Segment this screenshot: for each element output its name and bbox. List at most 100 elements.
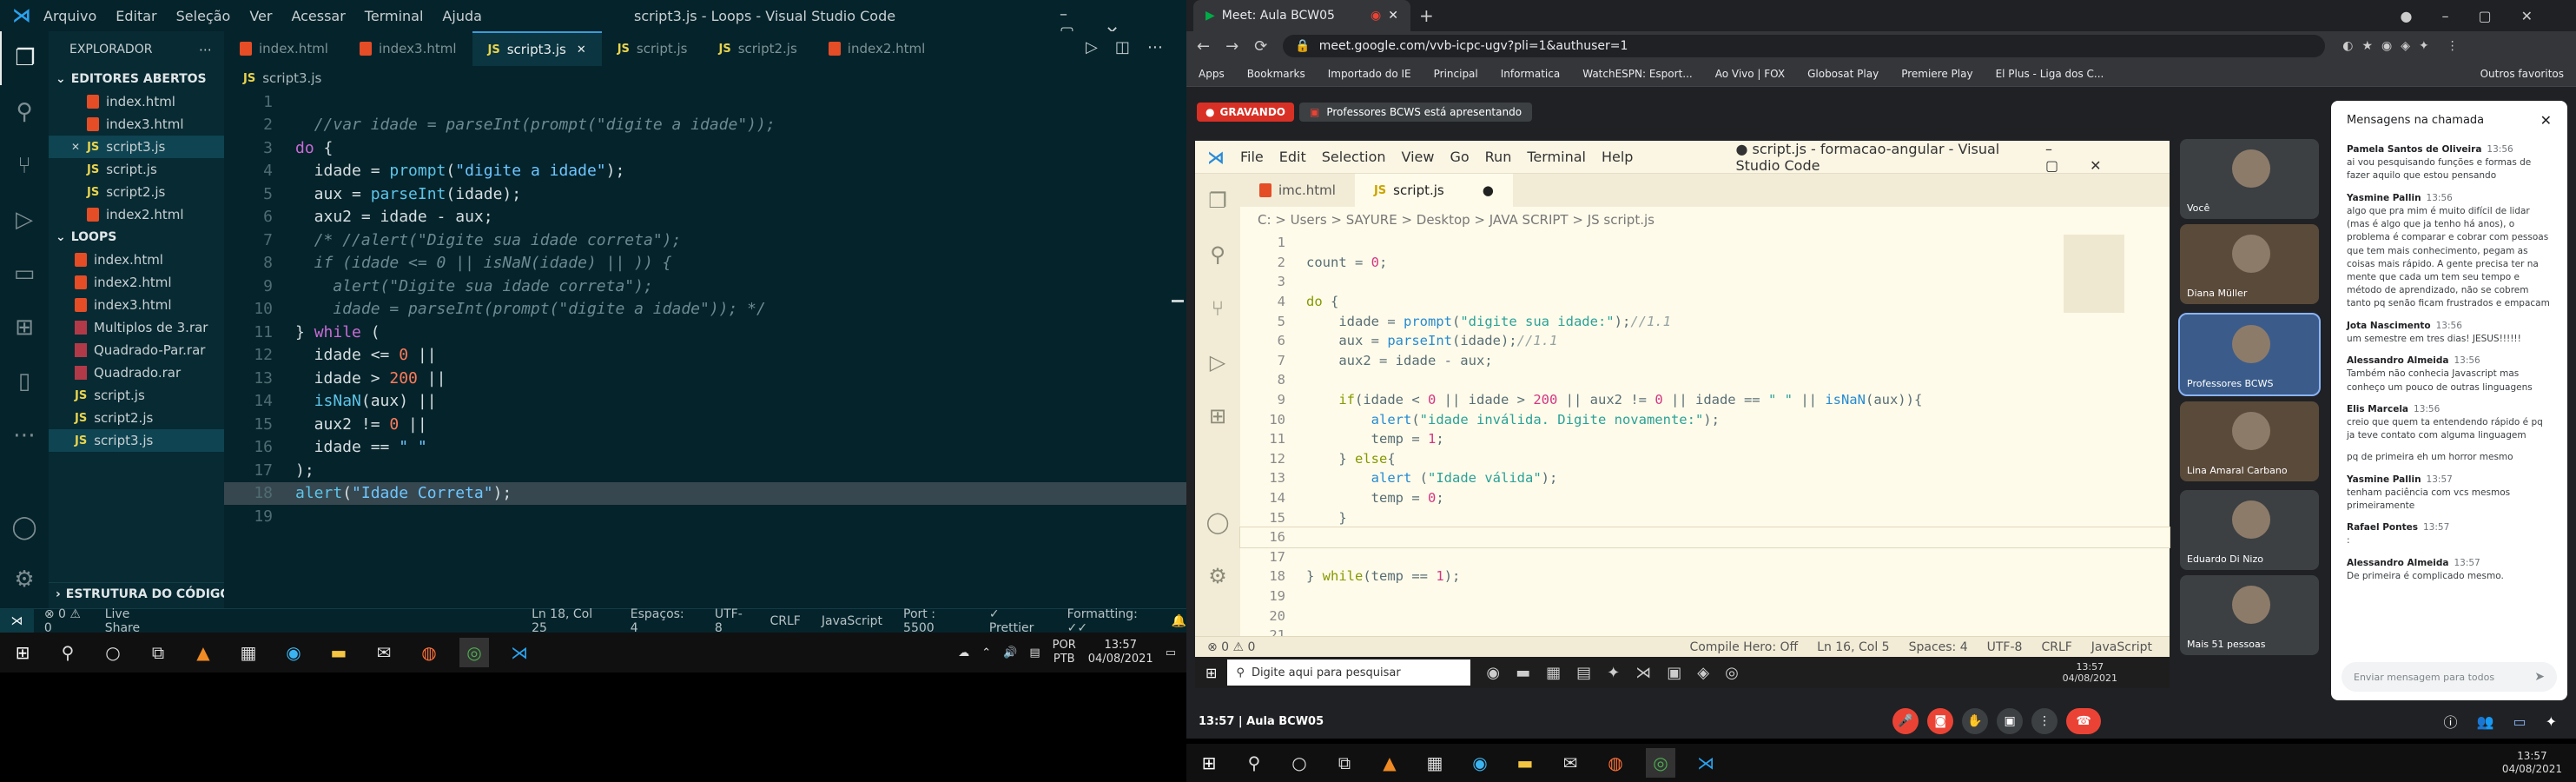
vscode-taskbar-icon[interactable]: ⋊ bbox=[505, 638, 534, 667]
tab-script3-js[interactable]: JS script3.js ✕ bbox=[472, 31, 602, 66]
cortana-icon[interactable]: ○ bbox=[1285, 748, 1314, 778]
notifications-icon[interactable]: 🔔 bbox=[1172, 614, 1186, 628]
keyboard-language[interactable]: POR PTB bbox=[1053, 639, 1076, 666]
inner-encoding[interactable]: UTF-8 bbox=[1987, 640, 2023, 654]
inner-menu-item[interactable]: Help bbox=[1602, 149, 1633, 165]
menu-item[interactable]: Ver bbox=[249, 8, 272, 24]
chat-input[interactable]: Enviar mensagem para todos ➤ bbox=[2342, 662, 2557, 692]
inner-eol[interactable]: CRLF bbox=[2041, 640, 2071, 654]
bookmark-icon[interactable]: ▯ bbox=[0, 355, 49, 408]
outline-header[interactable]: › ESTRUTURA DO CÓDIGO bbox=[49, 582, 224, 605]
inner-menu-item[interactable]: Go bbox=[1450, 149, 1469, 165]
prettier-status[interactable]: ✓ Prettier bbox=[989, 607, 1047, 635]
mail-icon[interactable]: ✉ bbox=[369, 638, 399, 667]
extensions-icon[interactable]: ◐★◉◈✦ bbox=[2342, 39, 2437, 53]
menu-item[interactable]: Editar bbox=[116, 8, 156, 24]
run-debug-icon[interactable]: ▷ bbox=[1195, 335, 1240, 389]
live-share-button[interactable]: Live Share bbox=[105, 607, 167, 635]
activities-icon[interactable]: ✦ bbox=[2546, 713, 2557, 730]
run-debug-icon[interactable]: ▷ bbox=[0, 193, 49, 247]
bookmark-item[interactable]: Premiere Play bbox=[1901, 68, 1972, 80]
inner-language[interactable]: JavaScript bbox=[2091, 640, 2152, 654]
participant-tile[interactable]: Você bbox=[2180, 139, 2319, 219]
settings-gear-icon[interactable]: ⚙ bbox=[0, 553, 49, 606]
bookmark-item[interactable]: Globosat Play bbox=[1807, 68, 1879, 80]
more-options-icon[interactable]: ⋮ bbox=[2031, 708, 2058, 734]
clock[interactable]: 13:57 04/08/2021 bbox=[1088, 639, 1153, 666]
mail-icon[interactable]: ✉ bbox=[1556, 748, 1585, 778]
edge-icon[interactable]: ◉ bbox=[1465, 748, 1495, 778]
camera-off-icon[interactable]: ◙ bbox=[1927, 708, 1954, 734]
eol[interactable]: CRLF bbox=[770, 614, 801, 628]
tab-index-html[interactable]: index.html bbox=[224, 31, 344, 66]
inner-breadcrumb-path[interactable]: C: > Users > SAYURE > Desktop > JAVA SCR… bbox=[1258, 212, 1655, 228]
file-explorer-icon[interactable]: ▬ bbox=[324, 638, 353, 667]
file-item[interactable]: index.html bbox=[49, 249, 224, 271]
inner-menu-item[interactable]: Terminal bbox=[1527, 149, 1586, 165]
search-icon[interactable]: ⚲ bbox=[53, 638, 83, 667]
mic-off-icon[interactable]: 🎤 bbox=[1892, 708, 1919, 734]
file-item[interactable]: index2.html bbox=[49, 271, 224, 294]
more-icon[interactable]: ⋯ bbox=[0, 408, 49, 462]
minimap[interactable] bbox=[2064, 235, 2124, 313]
network-icon[interactable]: ▤ bbox=[1029, 646, 1040, 659]
open-editors-header[interactable]: ⌄ EDITORES ABERTOS bbox=[49, 68, 224, 90]
inner-clock[interactable]: 13:57 04/08/2021 bbox=[2063, 661, 2117, 684]
explorer-icon[interactable]: ❐ bbox=[0, 31, 49, 85]
more-icon[interactable]: ⋯ bbox=[1147, 38, 1163, 56]
close-tab-icon[interactable]: ✕ bbox=[1388, 9, 1398, 23]
menu-item[interactable]: Seleção bbox=[176, 8, 231, 24]
file-item[interactable]: ✕ JS script3.js bbox=[49, 136, 224, 158]
bookmark-item[interactable]: Ao Vivo | FOX bbox=[1715, 68, 1785, 80]
firefox-icon[interactable]: ◍ bbox=[414, 638, 444, 667]
new-tab-icon[interactable]: + bbox=[1419, 5, 1434, 26]
present-screen-icon[interactable]: ▣ bbox=[1997, 708, 2024, 734]
inner-menu-item[interactable]: View bbox=[1402, 149, 1435, 165]
windows-start-icon[interactable]: ⊞ bbox=[1205, 665, 1217, 681]
participant-tile[interactable]: Lina Amaral Carbano bbox=[2180, 401, 2319, 481]
source-control-icon[interactable]: ⑂ bbox=[0, 139, 49, 193]
menu-item[interactable]: Terminal bbox=[365, 8, 424, 24]
bookmark-item[interactable]: Principal bbox=[1434, 68, 1478, 80]
remote-explorer-icon[interactable]: ▭ bbox=[0, 247, 49, 301]
chrome-icon[interactable]: ◎ bbox=[459, 638, 489, 667]
cloud-icon[interactable]: ☁ bbox=[958, 646, 969, 659]
reload-icon[interactable]: ⟳ bbox=[1254, 37, 1267, 56]
file-item[interactable]: index2.html bbox=[49, 203, 224, 226]
explorer-icon[interactable]: ❐ bbox=[1195, 174, 1240, 228]
bookmark-item[interactable]: Importado do IE bbox=[1328, 68, 1411, 80]
address-bar[interactable]: 🔒 meet.google.com/vvb-icpc-ugv?pli=1&aut… bbox=[1283, 35, 2326, 57]
end-call-icon[interactable]: ☎ bbox=[2066, 708, 2102, 734]
compile-hero-status[interactable]: Compile Hero: Off bbox=[1689, 640, 1798, 654]
right-clock[interactable]: 13:57 04/08/2021 bbox=[2502, 750, 2562, 776]
inner-taskbar-search[interactable]: ⚲ Digite aqui para pesquisar bbox=[1227, 659, 1471, 686]
source-control-icon[interactable]: ⑂ bbox=[1195, 282, 1240, 335]
file-item[interactable]: index3.html bbox=[49, 294, 224, 316]
edge-icon[interactable]: ◉ bbox=[279, 638, 308, 667]
bookmark-item[interactable]: Informatica bbox=[1501, 68, 1560, 80]
store-icon[interactable]: ▦ bbox=[234, 638, 263, 667]
formatting-status[interactable]: Formatting: ✓✓ bbox=[1067, 607, 1159, 635]
breadcrumb-file[interactable]: script3.js bbox=[262, 70, 321, 86]
search-icon[interactable]: ⚲ bbox=[0, 85, 49, 139]
unsaved-dot-icon[interactable]: ● bbox=[1483, 182, 1494, 198]
menu-item[interactable]: Acessar bbox=[291, 8, 345, 24]
close-icon[interactable]: ✕ bbox=[2540, 112, 2552, 129]
indentation[interactable]: Espaços: 4 bbox=[631, 607, 694, 635]
tab-script2-js[interactable]: JS script2.js bbox=[703, 31, 812, 66]
more-actions-icon[interactable]: ⋯ bbox=[199, 42, 212, 57]
search-icon[interactable]: ⚲ bbox=[1195, 228, 1240, 282]
chrome-menu-icon[interactable]: ⋮ bbox=[2447, 39, 2459, 53]
taskbar-apps-icon[interactable]: ◉▬▦▤✦⋊▣◈◎ bbox=[1486, 664, 1754, 682]
task-view-icon[interactable]: ⧉ bbox=[1330, 748, 1359, 778]
store-icon[interactable]: ▦ bbox=[1420, 748, 1450, 778]
file-item[interactable]: JS script3.js bbox=[49, 429, 224, 452]
firefox-icon[interactable]: ◍ bbox=[1601, 748, 1630, 778]
inner-window-controls[interactable]: –▢✕ bbox=[2045, 141, 2156, 174]
tab-index3-html[interactable]: index3.html bbox=[344, 31, 472, 66]
inner-menu-item[interactable]: Selection bbox=[1322, 149, 1386, 165]
tab-script-js[interactable]: JS script.js bbox=[602, 31, 703, 66]
bookmark-item[interactable]: WatchESPN: Esport... bbox=[1582, 68, 1693, 80]
inner-indentation[interactable]: Spaces: 4 bbox=[1909, 640, 1968, 654]
extensions-icon[interactable]: ⊞ bbox=[0, 301, 49, 355]
